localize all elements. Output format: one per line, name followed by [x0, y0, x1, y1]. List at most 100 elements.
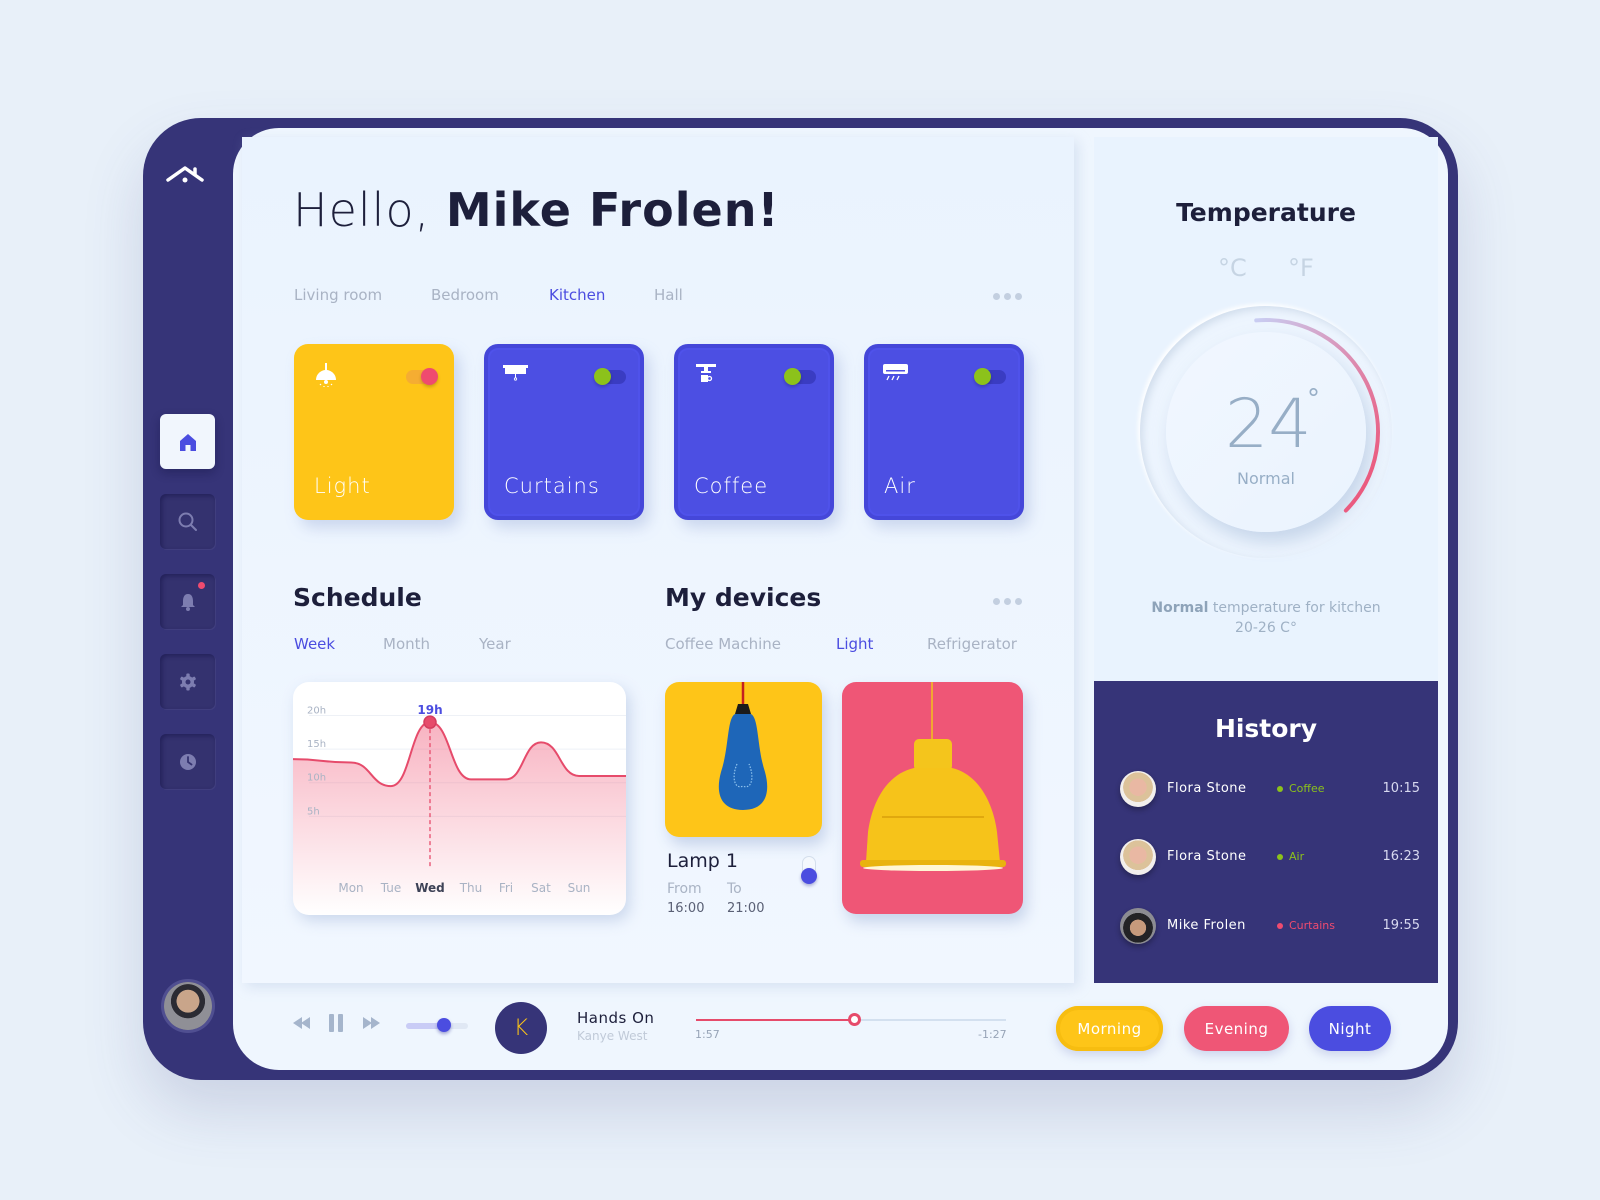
- history-title: History: [1214, 714, 1318, 743]
- x-tick-label: Fri: [499, 881, 513, 895]
- temperature-value: 24: [1225, 385, 1312, 464]
- x-tick-label: Wed: [415, 881, 445, 895]
- y-tick-label: 20h: [307, 705, 326, 716]
- search-icon: [178, 512, 197, 531]
- note-bold: Normal: [1151, 600, 1209, 616]
- history-time: 10:15: [1382, 781, 1420, 796]
- status-dot: [1277, 854, 1283, 860]
- morning-button[interactable]: Morning: [1056, 1006, 1163, 1051]
- home-roof-icon[interactable]: [165, 162, 209, 192]
- x-tick-label: Thu: [459, 881, 483, 895]
- tab-kitchen[interactable]: Kitchen: [549, 286, 605, 304]
- schedule-chart: 19h 20h 15h 10h 5h Mon Tue Wed Thu Fri Sat Sun: [293, 682, 626, 915]
- tab-refrigerator[interactable]: Refrigerator: [927, 635, 1017, 653]
- note-text: temperature for kitchen: [1208, 600, 1381, 616]
- rooms-more-icon[interactable]: [993, 293, 1022, 300]
- coffee-toggle[interactable]: [784, 368, 816, 385]
- light-toggle[interactable]: [406, 368, 438, 385]
- rewind-icon[interactable]: [293, 1017, 311, 1029]
- tab-hall[interactable]: Hall: [654, 286, 683, 304]
- history-user: Flora Stone: [1167, 849, 1247, 864]
- x-tick-label: Sat: [531, 881, 551, 895]
- devices-more-icon[interactable]: [993, 598, 1022, 605]
- tab-living-room[interactable]: Living room: [294, 286, 382, 304]
- tab-light[interactable]: Light: [836, 635, 873, 653]
- volume-slider[interactable]: [406, 1018, 468, 1032]
- coffee-machine-icon: [696, 364, 716, 382]
- pendant-lamp-yellow-icon: [860, 682, 1006, 871]
- device-label: Coffee: [694, 474, 769, 498]
- sidebar-item-search[interactable]: [160, 494, 215, 549]
- device-label: Light: [314, 474, 371, 498]
- history-row[interactable]: Flora Stone Air 16:23: [1120, 839, 1420, 875]
- tab-bedroom[interactable]: Bedroom: [431, 286, 499, 304]
- history-row[interactable]: Flora Stone Coffee 10:15: [1120, 771, 1420, 807]
- toggle-knob: [421, 368, 438, 385]
- progress-bar[interactable]: [696, 1013, 1006, 1026]
- curtains-icon: [503, 365, 528, 381]
- lamp-to-label: To: [727, 881, 742, 897]
- tab-coffee-machine[interactable]: Coffee Machine: [665, 635, 781, 653]
- device-card-curtains[interactable]: Curtains: [484, 344, 644, 520]
- history-user: Flora Stone: [1167, 781, 1247, 796]
- tab-year[interactable]: Year: [479, 635, 511, 653]
- history-time: 16:23: [1382, 849, 1420, 864]
- air-toggle[interactable]: [974, 368, 1006, 385]
- status-dot: [1277, 786, 1283, 792]
- temperature-range: 20-26 C°: [1235, 620, 1297, 636]
- x-tick-label: Sun: [568, 881, 591, 895]
- history-device: Coffee: [1289, 782, 1325, 795]
- device-card-light[interactable]: Light: [294, 344, 454, 520]
- highlight-label: 19h: [417, 703, 442, 717]
- user-avatar[interactable]: [164, 982, 212, 1030]
- lamp-name: Lamp 1: [667, 850, 738, 872]
- device-label: Air: [884, 474, 916, 498]
- x-tick-label: Mon: [338, 881, 363, 895]
- highlight-point[interactable]: [423, 715, 437, 729]
- toggle-knob: [784, 368, 801, 385]
- album-art[interactable]: K: [495, 1002, 547, 1054]
- x-tick-label: Tue: [380, 881, 402, 895]
- device-card-air[interactable]: Air: [864, 344, 1024, 520]
- temperature-title: Temperature: [1176, 198, 1356, 227]
- temperature-status: Normal: [1237, 469, 1295, 488]
- lamp-1-image[interactable]: [665, 682, 822, 837]
- fast-forward-icon[interactable]: [362, 1017, 380, 1029]
- device-card-coffee[interactable]: Coffee: [674, 344, 834, 520]
- toggle-knob: [974, 368, 991, 385]
- clock-icon: [179, 753, 196, 770]
- pendant-lamp-blue-icon: [718, 682, 768, 810]
- curtains-toggle[interactable]: [594, 368, 626, 385]
- unit-celsius[interactable]: °C: [1218, 254, 1247, 282]
- tab-month[interactable]: Month: [383, 635, 430, 653]
- greeting-name: Mike Frolen!: [445, 183, 780, 237]
- lamp-toggle[interactable]: [801, 856, 817, 884]
- lamp-2-image[interactable]: [842, 682, 1023, 914]
- history-time: 19:55: [1382, 918, 1420, 933]
- progress-knob[interactable]: [848, 1013, 862, 1026]
- home-icon: [179, 433, 196, 451]
- tab-week[interactable]: Week: [294, 635, 335, 653]
- sidebar-item-settings[interactable]: [160, 654, 215, 709]
- avatar: [1120, 839, 1156, 875]
- schedule-title: Schedule: [293, 583, 422, 612]
- y-tick-label: 15h: [307, 739, 326, 750]
- pause-icon[interactable]: [328, 1014, 344, 1032]
- sidebar-item-history[interactable]: [160, 734, 215, 789]
- notification-badge: [198, 582, 205, 589]
- progress-fill: [696, 1019, 855, 1021]
- sidebar-item-home[interactable]: [160, 414, 215, 469]
- remaining-time: -1:27: [978, 1028, 1007, 1041]
- unit-fahrenheit[interactable]: °F: [1288, 254, 1314, 282]
- history-user: Mike Frolen: [1167, 918, 1246, 933]
- temperature-note: Normal temperature for kitchen 20-26 C°: [1094, 598, 1438, 638]
- air-conditioner-icon: [883, 364, 908, 381]
- evening-button[interactable]: Evening: [1184, 1006, 1289, 1051]
- history-row[interactable]: Mike Frolen Curtains 19:55: [1120, 908, 1420, 944]
- sidebar-item-notifications[interactable]: [160, 574, 215, 629]
- song-title: Hands On: [577, 1009, 655, 1027]
- gear-icon: [179, 673, 196, 690]
- night-button[interactable]: Night: [1309, 1006, 1391, 1051]
- temperature-degree: °: [1307, 384, 1320, 414]
- lamp-to-time: 21:00: [727, 901, 765, 916]
